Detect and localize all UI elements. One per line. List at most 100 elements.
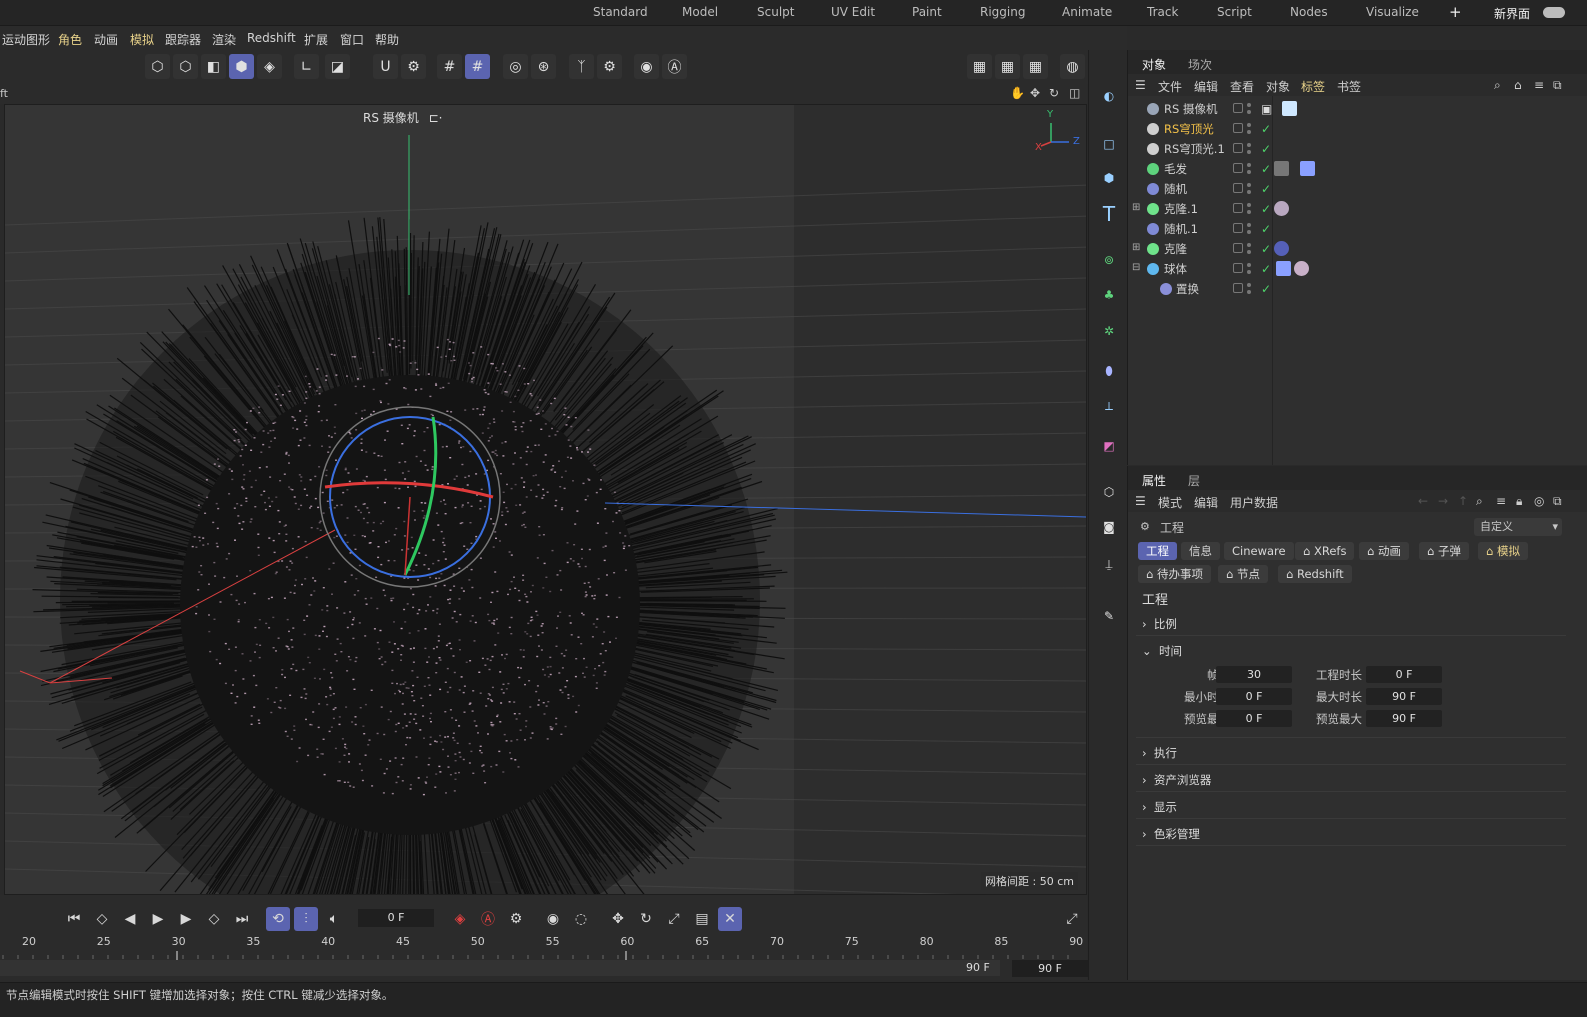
symmetry-settings-icon[interactable]: ⚙ <box>597 54 622 79</box>
fps-field[interactable]: 30 <box>1216 666 1292 683</box>
key-settings-icon[interactable]: ⚙ <box>504 907 528 931</box>
object-row[interactable]: RS 摄像机 ▣ <box>1128 99 1587 119</box>
enabled-check-icon[interactable]: ✓ <box>1261 263 1275 275</box>
effector-icon[interactable]: ✲ <box>1095 317 1123 345</box>
selection-tag-icon[interactable] <box>1276 261 1291 276</box>
render-settings-icon[interactable]: ▦ <box>1023 54 1048 79</box>
layout-standard[interactable]: Standard <box>593 5 648 19</box>
menu-tracker[interactable]: 跟踪器 <box>165 31 201 48</box>
tab-objects[interactable]: 对象 <box>1142 56 1166 73</box>
attr-group-chip2-2[interactable]: ⌂ Redshift <box>1278 565 1352 583</box>
visibility-dots[interactable] <box>1246 242 1252 256</box>
preview-min-field[interactable]: 0 F <box>1216 710 1292 727</box>
attr-group-chip-5[interactable]: ⌂ 子弹 <box>1419 542 1469 560</box>
layout-visualize[interactable]: Visualize <box>1366 5 1419 19</box>
render-view-icon[interactable]: ▦ <box>995 54 1020 79</box>
om-menu-edit[interactable]: 编辑 <box>1194 78 1218 95</box>
prev-frame-icon[interactable]: ◀ <box>118 907 142 931</box>
project-length-field[interactable]: 0 F <box>1366 666 1442 683</box>
section-time[interactable]: ⌄ 时间 <box>1142 643 1182 659</box>
layout-sculpt[interactable]: Sculpt <box>757 5 794 19</box>
key-position-icon[interactable]: ✥ <box>606 907 630 931</box>
sound-icon[interactable]: 🔈︎ <box>322 907 346 931</box>
tab-takes[interactable]: 场次 <box>1188 56 1212 73</box>
object-row[interactable]: 随机.1 ✓ <box>1128 219 1587 239</box>
menu-character[interactable]: 角色 <box>58 31 82 48</box>
menu-help[interactable]: 帮助 <box>375 31 399 48</box>
deformer-icon[interactable]: ⬮ <box>1095 357 1123 385</box>
motion-clip-icon[interactable]: ◌ <box>569 907 593 931</box>
snap-magnet-icon[interactable]: U <box>373 54 398 79</box>
back-arrow-icon[interactable]: ← <box>1418 494 1428 508</box>
null-object-icon[interactable]: ◐ <box>1095 82 1123 110</box>
material-tag-icon[interactable] <box>1274 241 1289 256</box>
enabled-check-icon[interactable]: ✓ <box>1261 183 1275 195</box>
layer-icon[interactable] <box>1233 203 1243 213</box>
soft-select-icon[interactable]: ◎ <box>503 54 528 79</box>
expand-icon[interactable]: ⊞ <box>1132 202 1140 213</box>
enabled-check-icon[interactable]: ✓ <box>1261 223 1275 235</box>
object-row[interactable]: ⊟ 球体 ✓ <box>1128 259 1587 279</box>
layout-script[interactable]: Script <box>1217 5 1252 19</box>
layer-icon[interactable] <box>1233 263 1243 273</box>
object-row[interactable]: 随机 ✓ <box>1128 179 1587 199</box>
preset-dropdown[interactable]: 自定义 ▾ <box>1474 518 1562 536</box>
attr-hamburger-icon[interactable]: ☰ <box>1135 494 1146 508</box>
up-arrow-icon[interactable]: ↑ <box>1458 494 1468 508</box>
attr-group-chip-3[interactable]: ⌂ XRefs <box>1295 542 1355 560</box>
enabled-check-icon[interactable]: ✓ <box>1261 203 1275 215</box>
layout-model[interactable]: Model <box>682 5 718 19</box>
attr-new-window-icon[interactable]: ⧉ <box>1553 494 1562 509</box>
texture-mode-icon[interactable]: ◈ <box>257 54 282 79</box>
attr-group-chip-0[interactable]: 工程 <box>1138 542 1177 560</box>
camera-link-icon[interactable]: ⊏· <box>429 111 443 125</box>
grid-snap-icon[interactable]: # <box>465 54 490 79</box>
play-icon[interactable]: ▶ <box>146 907 170 931</box>
new-window-icon[interactable]: ⧉ <box>1553 78 1562 93</box>
attr-menu-userdata[interactable]: 用户数据 <box>1230 494 1278 511</box>
symmetry-icon[interactable]: ᛉ <box>569 54 594 79</box>
pan-icon[interactable]: ✋ <box>1010 86 1025 100</box>
menu-mograph[interactable]: 运动图形 <box>2 31 50 48</box>
menu-redshift[interactable]: Redshift <box>247 31 296 45</box>
enabled-check-icon[interactable]: ✓ <box>1261 143 1275 155</box>
attr-search-icon[interactable]: ⌕ <box>1476 494 1483 509</box>
visibility-dots[interactable] <box>1246 282 1252 296</box>
menu-animation[interactable]: 动画 <box>94 31 118 48</box>
menu-simulate[interactable]: 模拟 <box>130 31 154 48</box>
prev-key-icon[interactable]: ◇ <box>90 907 114 931</box>
material-tag-icon[interactable] <box>1294 261 1309 276</box>
enabled-check-icon[interactable]: ✓ <box>1261 283 1275 295</box>
timeline-graph-icon[interactable]: ⤢ <box>1060 907 1084 931</box>
layout-nodes[interactable]: Nodes <box>1290 5 1328 19</box>
key-param-icon[interactable]: ▤ <box>690 907 714 931</box>
axis-mode-icon[interactable]: ∟ <box>294 54 319 79</box>
expand-icon[interactable]: ⊟ <box>1132 262 1140 273</box>
section-color-management[interactable]: › 色彩管理 <box>1142 826 1200 842</box>
preview-max-field[interactable]: 90 F <box>1366 710 1442 727</box>
move-view-icon[interactable]: ✥ <box>1030 86 1040 100</box>
attr-group-chip-2[interactable]: Cineware <box>1224 542 1294 560</box>
visibility-dots[interactable] <box>1246 102 1252 116</box>
cube-icon[interactable]: ⬢ <box>1095 164 1123 192</box>
om-menu-bookmarks[interactable]: 书签 <box>1337 78 1361 95</box>
attr-group-chip2-0[interactable]: ⌂ 待办事项 <box>1138 565 1211 583</box>
points-mode-icon[interactable]: ⬡ <box>145 54 170 79</box>
lock-icon[interactable]: 🔒︎ <box>1516 494 1522 509</box>
scene-icon[interactable]: ⍊ <box>1095 550 1123 578</box>
key-rotation-icon[interactable]: ↻ <box>634 907 658 931</box>
autokey-icon[interactable]: Ⓐ <box>476 907 500 931</box>
layer-icon[interactable] <box>1233 223 1243 233</box>
object-row[interactable]: ⊞ 克隆.1 ✓ <box>1128 199 1587 219</box>
sketch-icon[interactable]: ✎ <box>1095 602 1123 630</box>
enabled-check-icon[interactable]: ✓ <box>1261 163 1275 175</box>
redshift-rv-icon[interactable]: ◍ <box>1060 54 1085 79</box>
layout-paint[interactable]: Paint <box>912 5 942 19</box>
home-icon[interactable]: ⌂ <box>1514 78 1522 92</box>
visibility-dots[interactable] <box>1246 262 1252 276</box>
target-icon[interactable]: ◎ <box>1534 494 1544 508</box>
forward-arrow-icon[interactable]: → <box>1438 494 1448 508</box>
filter-icon[interactable]: ≡ <box>1534 78 1544 92</box>
attr-menu-edit[interactable]: 编辑 <box>1194 494 1218 511</box>
layer-icon[interactable] <box>1233 103 1243 113</box>
